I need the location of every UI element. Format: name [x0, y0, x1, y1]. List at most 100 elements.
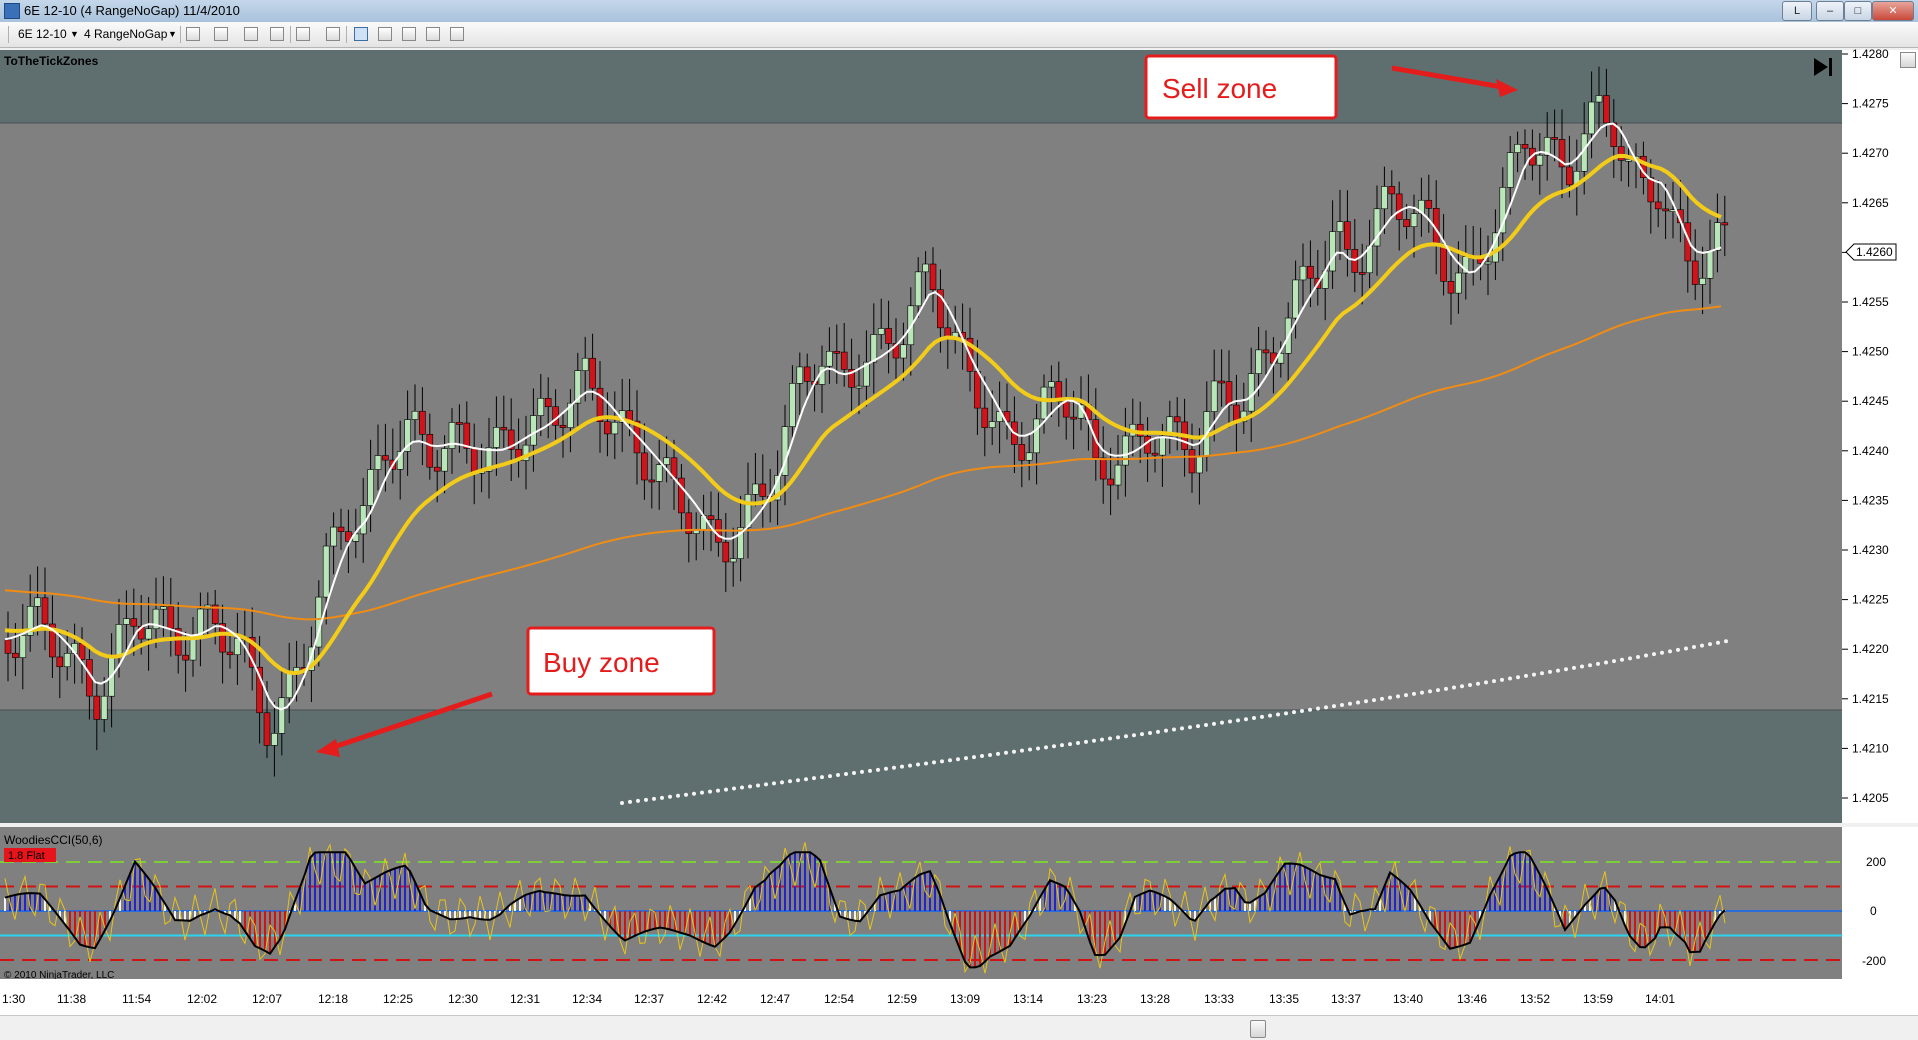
slow-ma-dot	[796, 778, 800, 783]
slow-ma-dot	[1636, 654, 1640, 659]
slow-ma-dot	[1044, 745, 1048, 750]
slow-ma-dot	[1700, 643, 1704, 648]
price-axis-label: 1.4225	[1852, 593, 1889, 607]
price-axis[interactable]	[1842, 50, 1918, 823]
price-candle	[877, 328, 885, 335]
price-candle	[1403, 219, 1410, 228]
time-axis-label: 13:46	[1457, 992, 1487, 1006]
slow-ma-dot	[1492, 679, 1496, 684]
slow-ma-dot	[1132, 733, 1136, 738]
slow-ma-dot	[980, 754, 984, 759]
toolbar-grip	[8, 26, 9, 43]
price-candle	[1344, 221, 1351, 250]
data-box-icon[interactable]	[354, 27, 368, 41]
price-candle	[1699, 277, 1706, 285]
order-icon[interactable]	[450, 27, 464, 41]
cci-axis-label: 200	[1866, 855, 1886, 869]
price-candle	[914, 271, 922, 307]
price-candle	[263, 712, 271, 746]
time-axis-label: 12:25	[383, 992, 413, 1006]
slow-ma-dot	[1116, 735, 1120, 740]
lock-window-button[interactable]: L	[1782, 1, 1812, 21]
chevron-down-icon[interactable]: ▼	[70, 26, 79, 42]
slow-ma-dot	[828, 774, 832, 779]
slow-ma-dot	[1068, 742, 1072, 747]
price-candle	[1299, 265, 1307, 281]
slow-ma-dot	[1676, 647, 1680, 652]
price-axis-label: 1.4245	[1852, 394, 1889, 408]
price-candle	[1159, 435, 1166, 456]
slow-ma-dot	[940, 759, 944, 764]
properties-icon[interactable]	[378, 27, 392, 41]
chevron-down-icon[interactable]: ▼	[168, 26, 177, 42]
slow-ma-dot	[1516, 675, 1520, 680]
slow-ma-dot	[1332, 704, 1336, 709]
price-candle	[426, 433, 434, 468]
interval-selector[interactable]: 4 RangeNoGap	[84, 26, 167, 42]
price-candle	[433, 466, 441, 472]
time-axis-label: 12:34	[572, 992, 602, 1006]
time-axis-label: 12:59	[887, 992, 917, 1006]
slow-ma-dot	[1532, 672, 1536, 677]
slow-ma-dot	[860, 769, 864, 774]
price-scale-handle[interactable]	[1900, 52, 1916, 68]
chart-style-icon[interactable]	[186, 27, 200, 41]
cursor-icon[interactable]	[296, 27, 310, 41]
indicator-label: ToTheTickZones	[4, 54, 99, 68]
price-candle	[641, 452, 648, 481]
slow-ma-dot	[740, 785, 744, 790]
slow-ma-dot	[948, 758, 952, 763]
time-axis-label: 11:38	[57, 992, 86, 1006]
drawing-tool-icon[interactable]	[214, 27, 228, 41]
strategies-icon[interactable]	[426, 27, 440, 41]
slow-ma-dot	[1156, 729, 1160, 734]
price-candle	[1018, 444, 1026, 461]
price-candle	[19, 635, 27, 658]
price-candle	[1388, 186, 1396, 195]
price-candle	[456, 422, 463, 425]
time-axis-label: 13:40	[1393, 992, 1423, 1006]
price-candle	[115, 624, 123, 657]
slow-ma-dot	[1388, 695, 1392, 700]
price-candle	[1040, 386, 1048, 420]
magnifier-icon[interactable]	[326, 27, 340, 41]
slow-ma-dot	[1500, 677, 1504, 682]
price-candle	[130, 618, 138, 627]
slow-ma-dot	[932, 760, 936, 765]
horizontal-scrollbar[interactable]	[0, 1015, 1918, 1040]
slow-ma-dot	[1372, 698, 1376, 703]
plus-icon[interactable]	[244, 27, 258, 41]
time-axis-label: 12:07	[252, 992, 282, 1006]
minimize-button[interactable]: –	[1816, 1, 1844, 21]
slow-ma-dot	[1324, 705, 1328, 710]
price-candle	[145, 628, 152, 640]
maximize-button[interactable]: □	[1844, 1, 1872, 21]
slow-ma-dot	[1508, 676, 1512, 681]
slow-ma-dot	[924, 761, 928, 766]
slow-ma-dot	[1404, 693, 1408, 698]
time-axis-label: 12:47	[760, 992, 790, 1006]
slow-ma-dot	[1380, 696, 1384, 701]
scrollbar-thumb[interactable]	[1250, 1020, 1266, 1038]
price-candle	[285, 671, 293, 699]
price-candle	[974, 371, 981, 409]
slow-ma-dot	[1644, 653, 1648, 658]
price-candle	[833, 350, 841, 354]
price-candle	[552, 406, 559, 426]
slow-ma-dot	[1444, 686, 1448, 691]
slow-ma-dot	[1092, 738, 1096, 743]
price-chart[interactable]: ToTheTickZones Sell zone Buy zone 1.4280…	[0, 48, 1918, 1015]
instrument-selector[interactable]: 6E 12-10	[18, 26, 67, 42]
slow-ma-dot	[1028, 747, 1032, 752]
price-candle	[707, 515, 715, 520]
price-candle	[1062, 401, 1070, 418]
remove-icon[interactable]	[270, 27, 284, 41]
slow-ma-dot	[684, 792, 688, 797]
price-candle	[41, 597, 49, 625]
close-button[interactable]: ✕	[1872, 1, 1914, 21]
price-candle	[1455, 272, 1462, 294]
indicators-icon[interactable]	[402, 27, 416, 41]
price-candle	[885, 328, 892, 344]
slow-ma-dot	[676, 793, 680, 798]
slow-ma-dot	[748, 784, 752, 789]
